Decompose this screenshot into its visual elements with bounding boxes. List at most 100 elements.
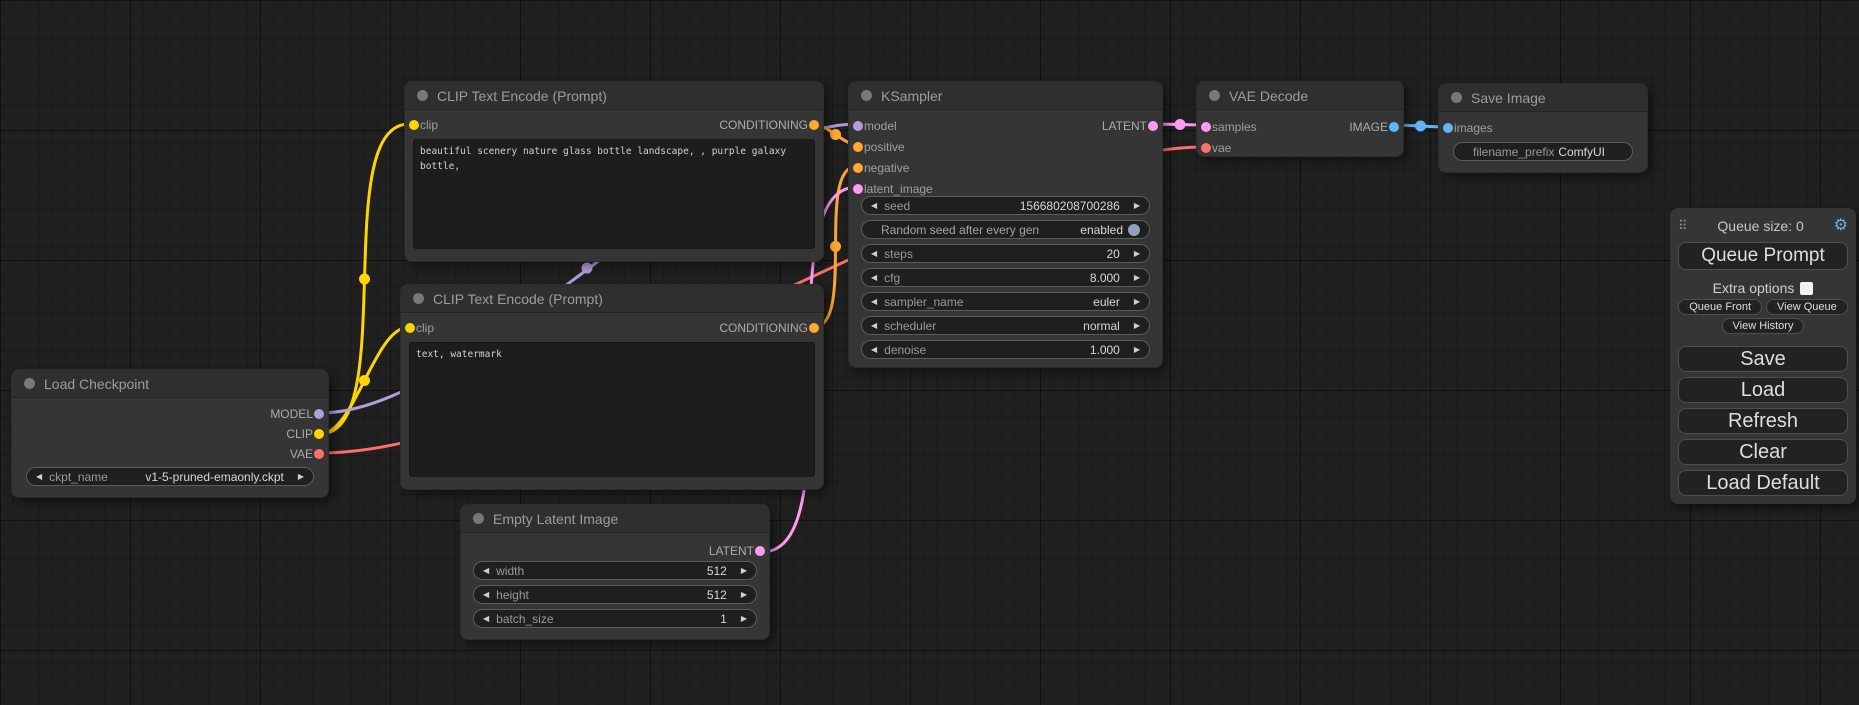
increment-arrow-icon[interactable]: ▶ (1134, 322, 1140, 330)
clip-output-slot-icon[interactable] (314, 429, 324, 439)
load-button[interactable]: Load (1678, 377, 1848, 403)
node-title-bar[interactable]: CLIP Text Encode (Prompt) (401, 285, 823, 313)
decrement-arrow-icon[interactable]: ◀ (871, 274, 877, 282)
conditioning-input-slot-icon[interactable] (853, 163, 863, 173)
load-default-button[interactable]: Load Default (1678, 470, 1848, 496)
clip-input-slot-icon[interactable] (409, 120, 419, 130)
drag-handle-icon[interactable]: ⠿ (1678, 218, 1688, 234)
conditioning-output-slot-icon[interactable] (809, 323, 819, 333)
widget-label: scheduler (884, 319, 936, 333)
conditioning-input-slot-icon[interactable] (853, 142, 863, 152)
latent-input-slot-icon[interactable] (1201, 122, 1211, 132)
decrement-arrow-icon[interactable]: ◀ (871, 346, 877, 354)
view-history-button[interactable]: View History (1722, 318, 1805, 334)
model-input-slot-icon[interactable] (853, 121, 863, 131)
collapse-dot-icon[interactable] (413, 293, 424, 304)
increment-arrow-icon[interactable]: ▶ (741, 591, 747, 599)
node-title-bar[interactable]: Empty Latent Image (461, 505, 769, 533)
widget-label: batch_size (496, 612, 553, 626)
output-row-model: MODEL (12, 404, 328, 424)
increment-arrow-icon[interactable]: ▶ (298, 473, 304, 481)
input-row-samples: samples IMAGE (1197, 116, 1403, 137)
settings-gear-icon[interactable]: ⚙ (1834, 218, 1848, 234)
output-label: VAE (290, 447, 313, 461)
node-title: CLIP Text Encode (Prompt) (433, 291, 603, 307)
increment-arrow-icon[interactable]: ▶ (1134, 202, 1140, 210)
batch-size-widget[interactable]: ◀ batch_size 1 ▶ (473, 609, 757, 628)
model-output-slot-icon[interactable] (314, 409, 324, 419)
refresh-button[interactable]: Refresh (1678, 408, 1848, 434)
collapse-dot-icon[interactable] (473, 513, 484, 524)
queue-front-button[interactable]: Queue Front (1678, 299, 1762, 315)
decrement-arrow-icon[interactable]: ◀ (871, 322, 877, 330)
collapse-dot-icon[interactable] (1209, 90, 1220, 101)
decrement-arrow-icon[interactable]: ◀ (483, 567, 489, 575)
node-graph-canvas[interactable]: Load Checkpoint MODEL CLIP VAE ◀ ckpt_na… (0, 0, 1859, 705)
view-queue-button[interactable]: View Queue (1766, 299, 1848, 315)
increment-arrow-icon[interactable]: ▶ (741, 615, 747, 623)
vae-input-slot-icon[interactable] (1201, 143, 1211, 153)
node-title-bar[interactable]: Load Checkpoint (12, 370, 328, 398)
increment-arrow-icon[interactable]: ▶ (1134, 346, 1140, 354)
node-ksampler[interactable]: KSampler model LATENT positive negative … (848, 81, 1163, 368)
denoise-widget[interactable]: ◀ denoise 1.000 ▶ (861, 340, 1150, 359)
decrement-arrow-icon[interactable]: ◀ (871, 250, 877, 258)
extra-options-label: Extra options (1713, 280, 1795, 296)
node-save-image[interactable]: Save Image images filename_prefix ComfyU… (1438, 83, 1648, 173)
queue-prompt-button[interactable]: Queue Prompt (1678, 242, 1848, 270)
collapse-dot-icon[interactable] (24, 378, 35, 389)
widget-label: steps (884, 247, 913, 261)
node-title-bar[interactable]: KSampler (849, 82, 1162, 110)
increment-arrow-icon[interactable]: ▶ (741, 567, 747, 575)
prompt-textarea[interactable]: beautiful scenery nature glass bottle la… (413, 139, 815, 249)
increment-arrow-icon[interactable]: ▶ (1134, 298, 1140, 306)
vae-output-slot-icon[interactable] (314, 449, 324, 459)
collapse-dot-icon[interactable] (1451, 92, 1462, 103)
decrement-arrow-icon[interactable]: ◀ (483, 615, 489, 623)
node-title: Load Checkpoint (44, 376, 149, 392)
node-title-bar[interactable]: CLIP Text Encode (Prompt) (405, 82, 823, 110)
latent-input-slot-icon[interactable] (853, 184, 863, 194)
node-clip-text-encode-positive[interactable]: CLIP Text Encode (Prompt) clip CONDITION… (404, 81, 824, 262)
collapse-dot-icon[interactable] (417, 90, 428, 101)
width-widget[interactable]: ◀ width 512 ▶ (473, 561, 757, 580)
image-output-slot-icon[interactable] (1389, 122, 1399, 132)
node-title: Save Image (1471, 90, 1546, 106)
decrement-arrow-icon[interactable]: ◀ (36, 473, 42, 481)
ckpt-name-widget[interactable]: ◀ ckpt_name v1-5-pruned-emaonly.ckpt ▶ (26, 467, 314, 486)
extra-options-checkbox[interactable] (1800, 282, 1813, 295)
node-vae-decode[interactable]: VAE Decode samples IMAGE vae (1196, 81, 1404, 157)
save-button[interactable]: Save (1678, 346, 1848, 372)
toggle-dot-icon[interactable] (1128, 224, 1140, 236)
node-title-bar[interactable]: VAE Decode (1197, 82, 1403, 110)
latent-output-slot-icon[interactable] (1148, 121, 1158, 131)
height-widget[interactable]: ◀ height 512 ▶ (473, 585, 757, 604)
conditioning-output-slot-icon[interactable] (809, 120, 819, 130)
clip-input-slot-icon[interactable] (405, 323, 415, 333)
sampler-name-widget[interactable]: ◀ sampler_name euler ▶ (861, 292, 1150, 311)
link-dot-icon (830, 241, 841, 252)
node-load-checkpoint[interactable]: Load Checkpoint MODEL CLIP VAE ◀ ckpt_na… (11, 369, 329, 498)
steps-widget[interactable]: ◀ steps 20 ▶ (861, 244, 1150, 263)
decrement-arrow-icon[interactable]: ◀ (871, 298, 877, 306)
widget-value: 156680208700286 (1020, 199, 1120, 213)
output-row-latent: LATENT (461, 541, 769, 561)
node-empty-latent-image[interactable]: Empty Latent Image LATENT ◀ width 512 ▶ … (460, 504, 770, 640)
collapse-dot-icon[interactable] (861, 90, 872, 101)
increment-arrow-icon[interactable]: ▶ (1134, 250, 1140, 258)
image-input-slot-icon[interactable] (1443, 123, 1453, 133)
seed-widget[interactable]: ◀ seed 156680208700286 ▶ (861, 196, 1150, 215)
random-seed-toggle[interactable]: Random seed after every gen enabled (861, 220, 1150, 239)
decrement-arrow-icon[interactable]: ◀ (871, 202, 877, 210)
increment-arrow-icon[interactable]: ▶ (1134, 274, 1140, 282)
scheduler-widget[interactable]: ◀ scheduler normal ▶ (861, 316, 1150, 335)
node-title-bar[interactable]: Save Image (1439, 84, 1647, 112)
node-clip-text-encode-negative[interactable]: CLIP Text Encode (Prompt) clip CONDITION… (400, 284, 824, 490)
output-label: CLIP (286, 427, 313, 441)
decrement-arrow-icon[interactable]: ◀ (483, 591, 489, 599)
latent-output-slot-icon[interactable] (755, 546, 765, 556)
filename-prefix-widget[interactable]: filename_prefix ComfyUI (1453, 142, 1633, 161)
clear-button[interactable]: Clear (1678, 439, 1848, 465)
prompt-textarea[interactable]: text, watermark (409, 342, 815, 477)
cfg-widget[interactable]: ◀ cfg 8.000 ▶ (861, 268, 1150, 287)
